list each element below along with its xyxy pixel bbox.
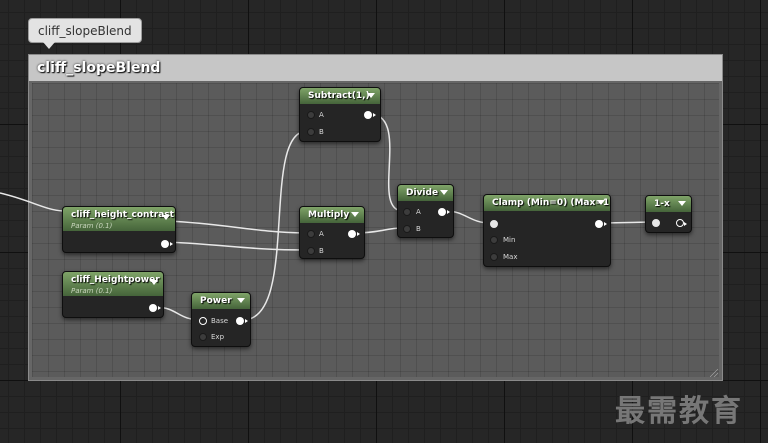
input-pin-b[interactable] (307, 128, 315, 136)
output-pin[interactable] (236, 317, 248, 325)
input-pin-a[interactable] (403, 208, 411, 216)
node-one-minus-x[interactable]: 1-x (645, 195, 692, 233)
pin-label-a: A (319, 230, 324, 238)
input-pin-b[interactable] (403, 225, 411, 233)
chevron-down-icon[interactable] (351, 212, 359, 217)
node-subtract[interactable]: Subtract(1,) A B (299, 87, 381, 142)
chevron-down-icon[interactable] (150, 280, 158, 285)
wire-power-to-subtract-b (242, 130, 308, 321)
output-pin[interactable] (676, 219, 687, 227)
pin-label-a: A (319, 111, 324, 119)
pin-label-exp: Exp (211, 333, 225, 341)
node-subtitle: Param (0.1) (71, 287, 113, 295)
node-title: Divide (406, 188, 439, 198)
watermark-text: 最需教育 (615, 394, 743, 429)
node-title: cliff_Heightpower (71, 275, 160, 285)
input-pin-max[interactable] (490, 253, 498, 261)
wire-offscreen-to-contrast (0, 192, 64, 212)
node-subtitle: Param (0.1) (71, 222, 113, 230)
output-pin[interactable] (364, 111, 376, 119)
pin-label-a: A (416, 208, 421, 216)
output-pin[interactable] (348, 230, 360, 238)
node-power[interactable]: Power Base Exp (191, 292, 251, 347)
input-pin-base[interactable] (199, 317, 207, 325)
output-pin[interactable] (149, 304, 161, 312)
pin-label-min: Min (503, 236, 516, 244)
node-title: Power (200, 296, 232, 306)
input-pin[interactable] (490, 220, 498, 228)
input-pin-b[interactable] (307, 247, 315, 255)
node-title: Subtract(1,) (308, 91, 370, 101)
chevron-down-icon[interactable] (237, 298, 245, 303)
pin-label-b: B (319, 128, 324, 136)
pin-label-b: B (319, 247, 324, 255)
node-multiply[interactable]: Multiply A B (299, 206, 365, 259)
node-title: Multiply (308, 210, 350, 220)
input-pin-exp[interactable] (199, 333, 207, 341)
chevron-down-icon[interactable] (597, 200, 605, 205)
node-title: cliff_height_contrast (71, 210, 174, 220)
node-cliff-heightpower[interactable]: cliff_Heightpower Param (0.1) (62, 271, 164, 318)
pin-label-b: B (416, 225, 421, 233)
chevron-down-icon[interactable] (440, 190, 448, 195)
node-clamp[interactable]: Clamp (Min=0) (Max=1) Min Max (483, 194, 611, 267)
chevron-down-icon[interactable] (678, 201, 686, 206)
chevron-down-icon[interactable] (162, 215, 170, 220)
input-pin[interactable] (652, 219, 660, 227)
node-title: 1-x (654, 199, 670, 209)
node-cliff-height-contrast[interactable]: cliff_height_contrast Param (0.1) (62, 206, 176, 253)
input-pin-a[interactable] (307, 230, 315, 238)
node-title: Clamp (Min=0) (Max=1) (492, 198, 611, 208)
pin-label-base: Base (211, 317, 229, 325)
wire-contrast-to-multiply-b (166, 241, 307, 251)
output-pin[interactable] (438, 208, 450, 216)
input-pin-min[interactable] (490, 236, 498, 244)
output-pin[interactable] (161, 240, 173, 248)
input-pin-a[interactable] (307, 111, 315, 119)
chevron-down-icon[interactable] (367, 93, 375, 98)
pin-label-max: Max (503, 253, 518, 261)
wire-contrast-to-multiply-a (166, 220, 307, 234)
node-divide[interactable]: Divide A B (397, 184, 454, 238)
output-pin[interactable] (595, 220, 607, 228)
